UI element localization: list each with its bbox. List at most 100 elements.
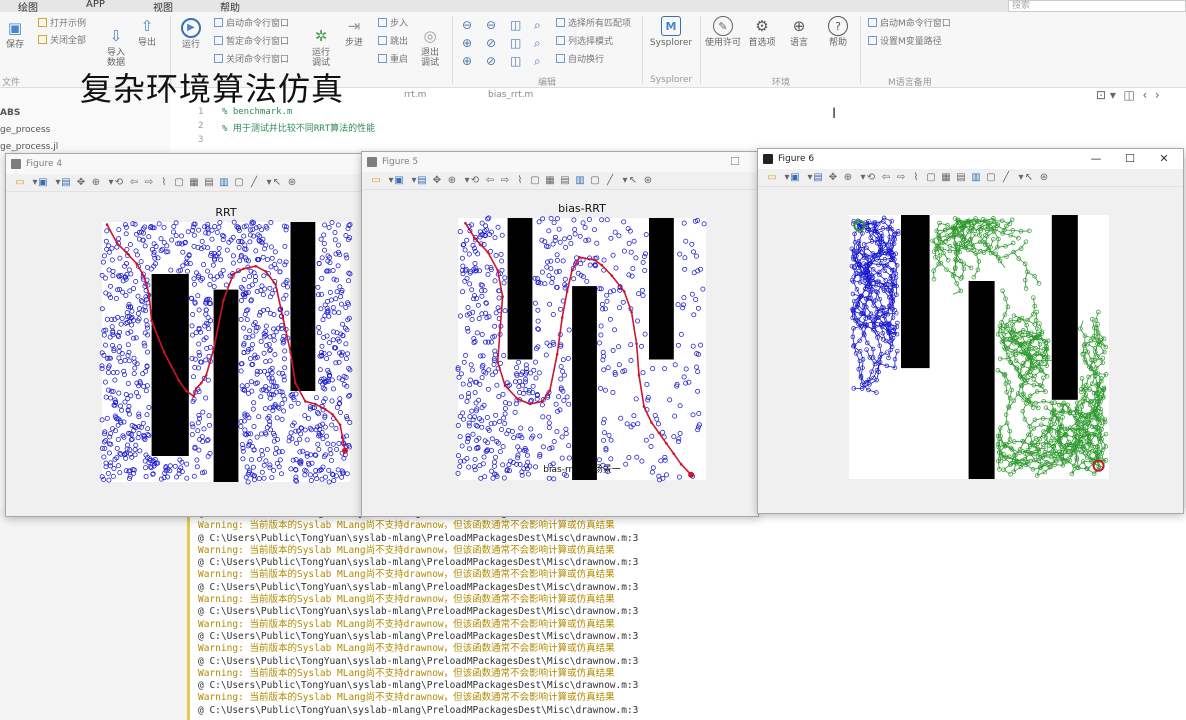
step-out-link[interactable]: 跳出 <box>378 36 408 48</box>
path-point <box>142 275 146 278</box>
run-debug-button[interactable]: ✲ 运行 调试 <box>306 16 336 68</box>
tree-edge <box>891 338 894 347</box>
tree-edge <box>999 422 1008 429</box>
forward-icon[interactable]: ⊖ <box>486 16 496 34</box>
tree-node <box>345 351 350 357</box>
run-button[interactable]: ▶ 运行 <box>178 18 204 50</box>
tree-node <box>133 442 139 448</box>
comment-icon[interactable]: ⊕ <box>462 34 472 52</box>
exit-debug-button[interactable]: ◎ 退出 调试 <box>416 16 444 68</box>
tree-node <box>321 241 327 246</box>
save-button[interactable]: ▣ 保存 <box>2 18 28 50</box>
tree-node <box>551 439 557 445</box>
tree-node <box>493 412 499 418</box>
tree-node <box>118 321 124 327</box>
command-console[interactable]: @ C:\Users\Public\TongYuan\syslab-mlang\… <box>187 508 1186 720</box>
tree-node <box>142 243 148 249</box>
tree-node <box>1016 236 1021 241</box>
tree-node <box>251 477 257 483</box>
file-item[interactable]: ABS <box>0 108 20 118</box>
tree-node <box>626 455 632 461</box>
import-data-button[interactable]: ⇩ 导入 数据 <box>102 16 130 68</box>
language-button[interactable]: ⊕ 语言 <box>784 16 814 48</box>
replace-icon[interactable]: ⌕ <box>534 34 541 52</box>
export-button[interactable]: ⇧ 导出 <box>134 16 160 48</box>
select-all-matches-link[interactable]: 选择所有匹配项 <box>556 18 631 30</box>
start-cmd-window-link[interactable]: 启动命令行窗口 <box>214 18 289 30</box>
step-button[interactable]: ⇥ 步进 <box>340 16 368 48</box>
figure-window[interactable]: Figure 6 — ☐ ✕ ▭ ▾ ▣ ▾ ▤ ✥ ⊕ ▾ ⟲ ⇦ ⇨ ⌇ ▢ ▦ ▤ ▥ ▢ ╱ ▾ ↖ ⊛ <box>757 148 1184 514</box>
editor-tab[interactable]: bias_rrt.m <box>488 90 533 100</box>
figure-window[interactable]: Figure 5 ☐ ▭ ▾ ▣ ▾ ▤ ✥ ⊕ ▾ ⟲ ⇦ ⇨ ⌇ ▢ ▦ ▤ ▥ ▢ ╱ ▾ ↖ ⊛ bias-RRT… <box>361 151 759 517</box>
tree-edge <box>977 261 980 270</box>
tree-node <box>465 305 471 310</box>
tree-node <box>456 453 461 459</box>
uncomment-icon[interactable]: ⊘ <box>486 34 496 52</box>
tree-node <box>231 260 236 266</box>
outdent-icon[interactable]: ⊘ <box>486 52 496 70</box>
search-input[interactable]: 搜索 <box>1008 0 1186 12</box>
window-icon <box>214 18 223 27</box>
open-examples-link[interactable]: 打开示例 <box>38 18 86 30</box>
tree-node <box>690 412 696 418</box>
sysplorer-button[interactable]: M Sysplorer <box>648 16 694 48</box>
tree-node <box>347 222 353 228</box>
tree-edge <box>1027 319 1035 325</box>
help-button[interactable]: ? 帮助 <box>824 16 852 48</box>
tree-node <box>101 253 107 259</box>
bookmark-clear-icon[interactable]: ◫ <box>510 52 521 70</box>
bookmark-icon[interactable]: ◫ <box>510 16 521 34</box>
obstacle <box>290 222 316 391</box>
tree-node <box>200 409 206 415</box>
tree-node <box>329 377 335 383</box>
set-m-path-link[interactable]: 设置M变量路径 <box>868 36 942 48</box>
tree-node <box>571 276 577 282</box>
tree-node <box>330 337 336 343</box>
tree-node <box>599 301 605 307</box>
file-item[interactable]: ge_process <box>0 125 50 135</box>
tree-edge <box>878 217 885 225</box>
tree-node <box>117 255 123 261</box>
tree-edge <box>1022 358 1028 367</box>
indent-icon[interactable]: ⊕ <box>462 52 472 70</box>
editor-tab[interactable]: rrt.m <box>404 90 426 100</box>
tree-edge <box>1023 434 1029 443</box>
tree-node <box>325 441 331 447</box>
restart-link[interactable]: 重启 <box>378 54 408 66</box>
tree-node <box>556 226 562 232</box>
preferences-button[interactable]: ⚙ 首选项 <box>746 16 778 48</box>
tree-node <box>500 462 506 468</box>
tree-node <box>190 312 196 317</box>
tree-node <box>293 457 299 463</box>
tree-node <box>288 466 294 472</box>
bookmark-next-icon[interactable]: ◫ <box>510 34 521 52</box>
console-line: @ C:\Users\Public\TongYuan\syslab-mlang\… <box>198 655 639 667</box>
pause-cmd-window-link[interactable]: 暂定命令行窗口 <box>214 36 289 48</box>
tree-node <box>485 386 491 392</box>
start-m-cmd-link[interactable]: 启动M命令行窗口 <box>868 18 951 30</box>
license-button[interactable]: ✎ 使用许可 <box>704 16 742 48</box>
group-file-label: 文件 <box>2 78 21 88</box>
step-in-link[interactable]: 步入 <box>378 18 408 30</box>
tree-node <box>476 397 482 403</box>
back-icon[interactable]: ⊖ <box>462 16 472 34</box>
column-select-link[interactable]: 列选择模式 <box>556 36 613 48</box>
word-wrap-link[interactable]: 自动换行 <box>556 54 604 66</box>
tree-node <box>602 387 608 393</box>
find-icon[interactable]: ⌕ <box>534 16 541 34</box>
menu-app[interactable]: APP <box>86 0 105 10</box>
tree-node <box>136 411 142 417</box>
tree-edge <box>1029 391 1038 397</box>
path-point <box>199 381 203 385</box>
tree-node <box>161 225 167 230</box>
tree-node <box>123 231 129 237</box>
tab-menu-icon[interactable]: ⊡ ▾ ◫ ‹ › <box>1096 88 1160 102</box>
tree-edge <box>854 233 856 243</box>
tree-node <box>649 433 655 439</box>
figure-window[interactable]: Figure 4 ▭ ▾ ▣ ▾ ▤ ✥ ⊕ ▾ ⟲ ⇦ ⇨ ⌇ ▢ ▦ ▤ ▥ ▢ ╱ ▾ ↖ ⊛ RRT <box>5 153 365 517</box>
goto-icon[interactable]: ⌕ <box>534 52 541 70</box>
close-all-link[interactable]: 关闭全部 <box>38 35 86 47</box>
tree-node <box>466 423 472 429</box>
tree-node <box>499 232 505 238</box>
file-item[interactable]: ge_process.jl <box>0 142 58 152</box>
